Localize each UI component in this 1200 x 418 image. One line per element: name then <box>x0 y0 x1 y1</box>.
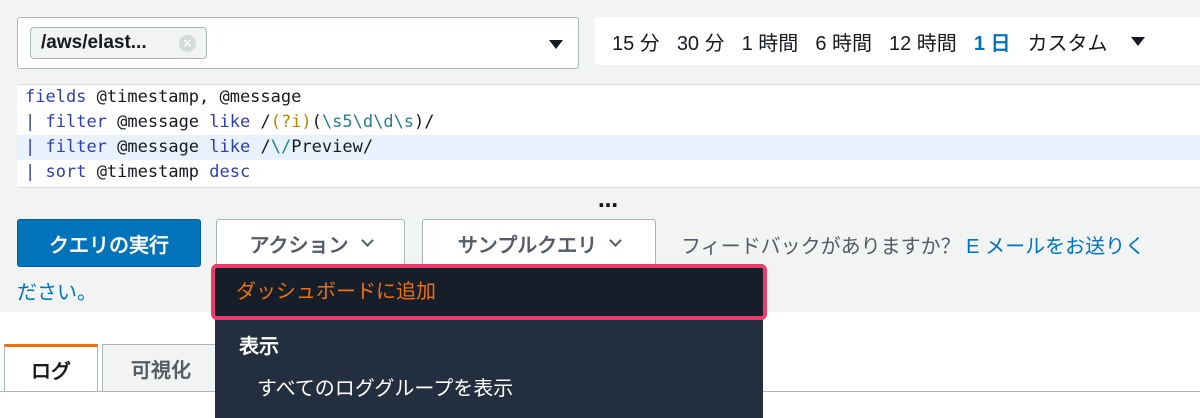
log-group-token: /aws/elast... × <box>30 27 207 59</box>
log-group-selector[interactable]: /aws/elast... × <box>17 17 579 69</box>
feedback-question: フィードバックがありますか？ <box>681 236 961 258</box>
editor-resize-handle[interactable]: … <box>598 190 619 210</box>
feedback-email-link[interactable]: E メールをお送りく <box>966 236 1145 258</box>
time-range-1h[interactable]: 1 時間 <box>742 27 799 56</box>
log-group-token-label: /aws/elast... <box>41 32 147 53</box>
query-line-1[interactable]: fields @timestamp, @message <box>17 85 1200 110</box>
tab-visualization[interactable]: 可視化 <box>102 344 220 392</box>
time-range-selector: 15 分 30 分 1 時間 6 時間 12 時間 1 日 カスタム <box>595 17 1200 65</box>
actions-dropdown-menu: ダッシュボードに追加 表示 すべてのロググループを表示 <box>211 264 767 418</box>
run-query-button[interactable]: クエリの実行 <box>17 219 201 267</box>
caret-down-icon[interactable] <box>1130 36 1145 46</box>
clear-icon[interactable]: × <box>179 35 196 52</box>
feedback-email-link-wrap[interactable]: ださい。 <box>17 276 97 305</box>
time-range-6h[interactable]: 6 時間 <box>815 27 872 56</box>
time-range-12h[interactable]: 12 時間 <box>889 27 957 56</box>
query-line-2[interactable]: | filter @message like /(?i)(\s5\d\d\s)/ <box>17 110 1200 135</box>
query-line-3[interactable]: | filter @message like /\/Preview/ <box>17 135 1200 160</box>
actions-button-label: アクション <box>249 234 349 257</box>
menu-group-view: 表示 <box>239 336 279 358</box>
query-editor[interactable]: fields @timestamp, @message | filter @me… <box>17 84 1200 188</box>
time-range-custom[interactable]: カスタム <box>1028 27 1108 56</box>
caret-down-icon[interactable] <box>549 40 563 49</box>
menu-item-add-to-dashboard[interactable]: ダッシュボードに追加 <box>211 264 767 320</box>
query-line-4[interactable]: | sort @timestamp desc <box>17 160 1200 185</box>
time-range-30m[interactable]: 30 分 <box>677 27 725 56</box>
chevron-down-icon <box>360 233 374 247</box>
tab-logs[interactable]: ログ <box>4 344 98 392</box>
time-range-1d[interactable]: 1 日 <box>974 27 1011 56</box>
sample-queries-button[interactable]: サンプルクエリ <box>422 219 656 267</box>
feedback-text: フィードバックがありますか？ E メールをお送りく <box>681 230 1200 259</box>
menu-item-view-all-log-groups[interactable]: すべてのロググループを表示 <box>257 372 513 401</box>
sample-queries-label: サンプルクエリ <box>457 234 598 257</box>
time-range-15m[interactable]: 15 分 <box>612 27 660 56</box>
actions-button[interactable]: アクション <box>216 219 405 267</box>
chevron-down-icon <box>609 233 623 247</box>
